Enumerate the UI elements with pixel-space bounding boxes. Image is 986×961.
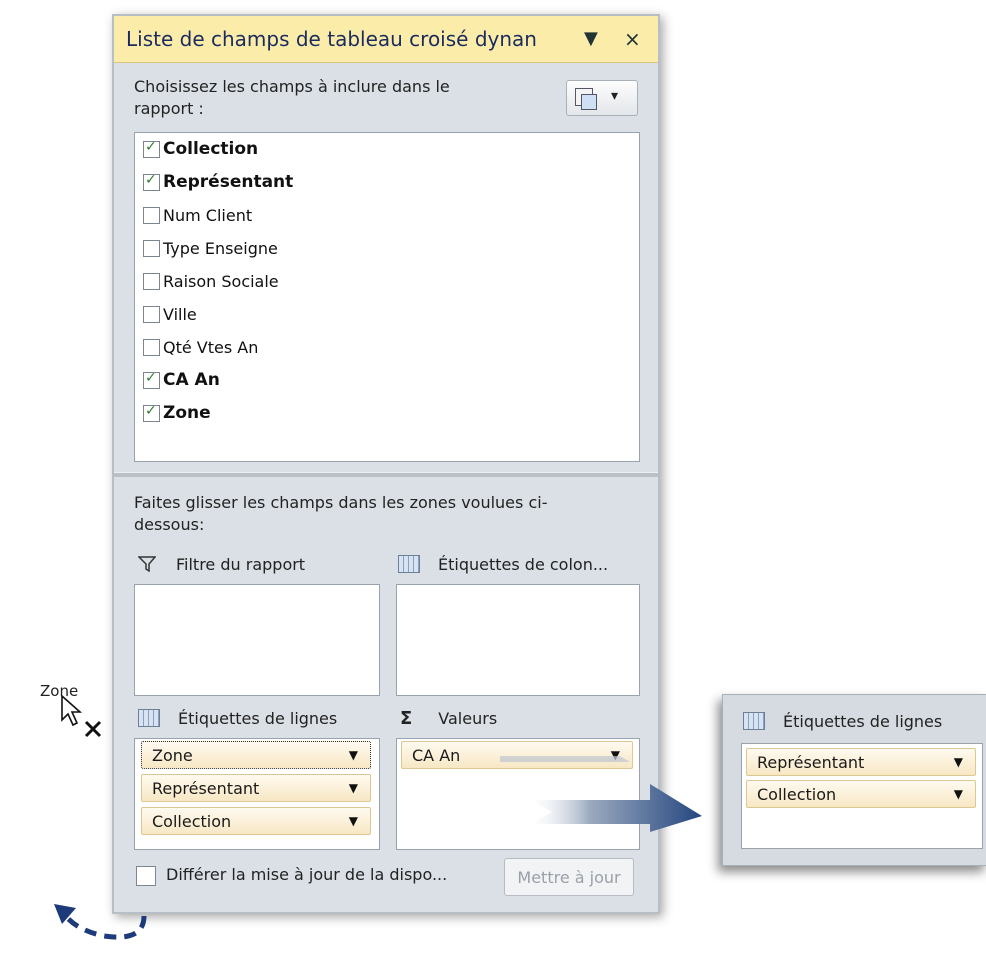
field-label: CA An — [163, 370, 220, 390]
zone-header-rows-zoomed: Étiquettes de lignes — [743, 709, 942, 733]
choose-fields-label: Choisissez les champs à inclure dans le … — [134, 77, 450, 118]
defer-update-checkbox[interactable] — [136, 866, 156, 886]
field-item-zone[interactable]: Zone — [143, 401, 211, 425]
field-label: Ville — [163, 304, 197, 324]
pane-splitter[interactable] — [114, 472, 658, 477]
pill-label: Collection — [152, 811, 232, 831]
layout-options-button[interactable]: ▾ — [566, 80, 638, 116]
pill-label: Représentant — [152, 778, 260, 798]
layout-icon — [575, 88, 597, 110]
grid-icon — [138, 709, 160, 727]
field-item-type-enseigne[interactable]: Type Enseigne — [143, 236, 278, 260]
zone-header-values: Σ Valeurs — [400, 706, 497, 730]
pill-label: Collection — [757, 784, 837, 804]
zone-header-filter: Filtre du rapport — [138, 552, 305, 576]
field-checkbox[interactable] — [143, 403, 160, 422]
pane-title-bar: Liste de champs de tableau croisé dynan … — [114, 16, 658, 63]
dashed-return-arrow-icon — [54, 904, 147, 940]
close-icon[interactable]: × — [624, 27, 641, 51]
filter-icon — [138, 556, 156, 572]
zone-header-columns: Étiquettes de colon... — [398, 552, 608, 576]
blue-arrow-icon — [500, 756, 702, 832]
zone-title: Étiquettes de lignes — [178, 708, 338, 728]
field-checkbox[interactable] — [143, 370, 160, 389]
chevron-down-icon[interactable]: ▼ — [954, 755, 963, 769]
zone-box-rows-zoomed[interactable]: Représentant ▼ Collection ▼ — [741, 743, 983, 849]
field-label: Zone — [163, 403, 211, 423]
zone-box-columns[interactable] — [396, 584, 640, 696]
grid-icon — [743, 712, 765, 730]
pane-title: Liste de champs de tableau croisé dynan — [126, 27, 537, 51]
zone-title: Filtre du rapport — [176, 554, 306, 574]
zone-title: Étiquettes de lignes — [783, 711, 943, 731]
field-label: Qté Vtes An — [163, 337, 259, 357]
field-checkbox[interactable] — [143, 139, 160, 158]
field-item-ville[interactable]: Ville — [143, 302, 197, 326]
field-item-collection[interactable]: Collection — [143, 137, 258, 161]
row-field-pill-representant[interactable]: Représentant ▼ — [141, 774, 371, 802]
field-list: Collection Représentant Num Client Type … — [134, 132, 640, 462]
field-label: Représentant — [163, 172, 294, 192]
defer-update-label: Différer la mise à jour de la dispo... — [166, 865, 448, 884]
field-item-ca-an[interactable]: CA An — [143, 368, 220, 392]
field-item-qte-vtes-an[interactable]: Qté Vtes An — [143, 335, 258, 359]
zone-box-rows[interactable]: Zone ▼ Représentant ▼ Collection ▼ — [134, 738, 380, 850]
pill-label: Zone — [152, 745, 193, 765]
pill-label: Représentant — [757, 752, 865, 772]
zone-title: Valeurs — [438, 708, 498, 728]
chevron-down-icon[interactable]: ▼ — [349, 814, 358, 828]
drag-fields-label: Faites glisser les champs dans les zones… — [134, 493, 548, 534]
chevron-down-icon[interactable]: ▼ — [954, 787, 963, 801]
zone-box-filter[interactable] — [134, 584, 380, 696]
field-checkbox[interactable] — [143, 338, 160, 356]
pane-options-dropdown-icon[interactable]: ▼ — [584, 28, 598, 49]
row-field-pill-zone[interactable]: Zone ▼ — [141, 741, 371, 769]
field-checkbox[interactable] — [143, 172, 160, 191]
cursor-remove-icon — [61, 694, 102, 738]
zoomed-row-labels-panel: Étiquettes de lignes Représentant ▼ Colle… — [722, 694, 986, 866]
field-label: Num Client — [163, 205, 253, 225]
field-checkbox[interactable] — [143, 239, 160, 257]
field-checkbox[interactable] — [143, 206, 160, 224]
field-checkbox[interactable] — [143, 272, 160, 290]
chevron-down-icon[interactable]: ▼ — [349, 781, 358, 795]
field-item-num-client[interactable]: Num Client — [143, 203, 252, 227]
field-label: Raison Sociale — [163, 271, 279, 291]
field-item-representant[interactable]: Représentant — [143, 170, 293, 194]
zone-header-rows: Étiquettes de lignes — [138, 706, 337, 730]
chevron-down-icon: ▾ — [611, 88, 619, 104]
zone-title: Étiquettes de colon... — [438, 554, 609, 574]
grid-icon — [398, 555, 420, 573]
sigma-icon: Σ — [400, 707, 413, 729]
field-checkbox[interactable] — [143, 305, 160, 323]
update-button[interactable]: Mettre à jour — [504, 858, 634, 896]
field-label: Collection — [163, 139, 259, 159]
row-field-pill-representant[interactable]: Représentant ▼ — [746, 748, 976, 776]
pill-label: CA An — [412, 745, 461, 765]
field-label: Type Enseigne — [163, 238, 278, 258]
field-item-raison-sociale[interactable]: Raison Sociale — [143, 269, 279, 293]
chevron-down-icon[interactable]: ▼ — [349, 748, 358, 762]
row-field-pill-collection[interactable]: Collection ▼ — [746, 780, 976, 808]
row-field-pill-collection[interactable]: Collection ▼ — [141, 807, 371, 835]
